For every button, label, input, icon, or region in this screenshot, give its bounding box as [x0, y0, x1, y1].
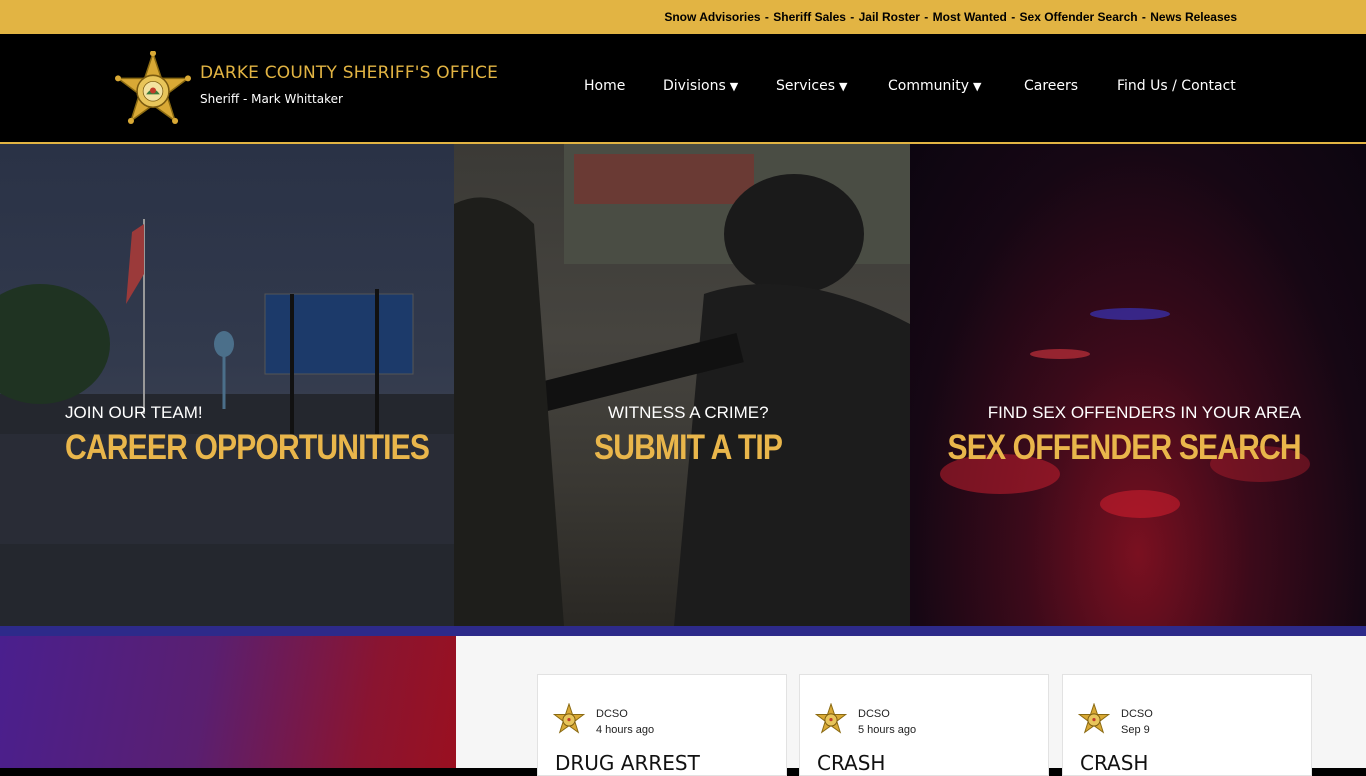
- swat-officer-photo-image: [454, 144, 910, 626]
- divider-stripe: [0, 626, 1366, 636]
- nav-services[interactable]: Services ▼: [776, 78, 848, 94]
- post-author[interactable]: DCSO: [858, 708, 890, 720]
- nav-label: Home: [584, 78, 626, 94]
- caret-down-icon: ▼: [973, 80, 982, 93]
- community-photo-image: [0, 219, 454, 626]
- separator: -: [846, 10, 858, 24]
- nav-label: Find Us / Contact: [1117, 78, 1236, 94]
- nav-label: Community: [888, 78, 970, 94]
- career-opportunities-panel[interactable]: JOIN OUR TEAM! CAREER OPPORTUNITIES: [0, 144, 454, 626]
- nav-find-us-contact[interactable]: Find Us / Contact: [1117, 78, 1236, 94]
- panel-kicker: WITNESS A CRIME?: [608, 403, 769, 422]
- nav-home[interactable]: Home: [584, 78, 625, 94]
- link-sex-offender-search[interactable]: Sex Offender Search: [1020, 10, 1138, 24]
- sex-offender-search-panel[interactable]: FIND SEX OFFENDERS IN YOUR AREA SEX OFFE…: [910, 144, 1366, 626]
- link-most-wanted[interactable]: Most Wanted: [933, 10, 1007, 24]
- news-card[interactable]: DCSO 4 hours ago DRUG ARREST: [537, 674, 787, 776]
- separator: -: [1007, 10, 1019, 24]
- news-feed: DCSO 4 hours ago DRUG ARREST DCSO 5 hour…: [456, 636, 1366, 776]
- link-sheriff-sales[interactable]: Sheriff Sales: [773, 10, 846, 24]
- panel-kicker: JOIN OUR TEAM!: [65, 403, 203, 422]
- police-lights-photo-image: [940, 308, 1310, 518]
- nav-label: Careers: [1024, 78, 1079, 94]
- nav-label: Services: [776, 78, 836, 94]
- separator: -: [761, 10, 773, 24]
- utility-bar: Snow Advisories - Sheriff Sales - Jail R…: [0, 0, 1366, 34]
- post-time: Sep 9: [1121, 724, 1150, 736]
- post-headline[interactable]: CRASH: [1080, 751, 1148, 775]
- separator: -: [920, 10, 932, 24]
- post-time: 4 hours ago: [596, 724, 655, 736]
- post-headline[interactable]: CRASH: [817, 751, 885, 775]
- caret-down-icon: ▼: [729, 80, 739, 93]
- news-card[interactable]: DCSO 5 hours ago CRASH: [799, 674, 1049, 776]
- caret-down-icon: ▼: [839, 80, 848, 93]
- sheriff-badge-avatar-icon: [815, 703, 847, 734]
- promo-banner: [0, 636, 456, 768]
- panel-title[interactable]: CAREER OPPORTUNITIES: [65, 428, 430, 468]
- panel-title[interactable]: SEX OFFENDER SEARCH: [948, 428, 1302, 468]
- link-snow-advisories[interactable]: Snow Advisories: [664, 10, 760, 24]
- nav-careers[interactable]: Careers: [1024, 78, 1078, 94]
- site-header: DARKE COUNTY SHERIFF'S OFFICE Sheriff - …: [0, 34, 1366, 144]
- submit-a-tip-panel[interactable]: WITNESS A CRIME? SUBMIT A TIP: [454, 144, 910, 626]
- post-headline[interactable]: DRUG ARREST: [555, 751, 700, 775]
- panel-kicker: FIND SEX OFFENDERS IN YOUR AREA: [987, 403, 1301, 422]
- panel-title[interactable]: SUBMIT A TIP: [594, 428, 783, 468]
- sheriff-badge-avatar-icon: [553, 703, 585, 734]
- sheriff-badge-avatar-icon: [1078, 703, 1110, 734]
- utility-links: Snow Advisories - Sheriff Sales - Jail R…: [664, 10, 1237, 24]
- link-news-releases[interactable]: News Releases: [1150, 10, 1237, 24]
- post-time: 5 hours ago: [858, 724, 917, 736]
- nav-label: Divisions: [663, 78, 726, 94]
- separator: -: [1138, 10, 1150, 24]
- hero-panels: JOIN OUR TEAM! CAREER OPPORTUNITIES WITN…: [0, 144, 1366, 626]
- link-jail-roster[interactable]: Jail Roster: [859, 10, 920, 24]
- main-nav: Home Divisions ▼ Services ▼ Community ▼ Car…: [0, 78, 1366, 98]
- nav-divisions[interactable]: Divisions ▼: [663, 78, 738, 94]
- post-author[interactable]: DCSO: [1121, 708, 1153, 720]
- nav-community[interactable]: Community ▼: [888, 78, 982, 94]
- news-card[interactable]: DCSO Sep 9 CRASH: [1062, 674, 1312, 776]
- post-author[interactable]: DCSO: [596, 708, 628, 720]
